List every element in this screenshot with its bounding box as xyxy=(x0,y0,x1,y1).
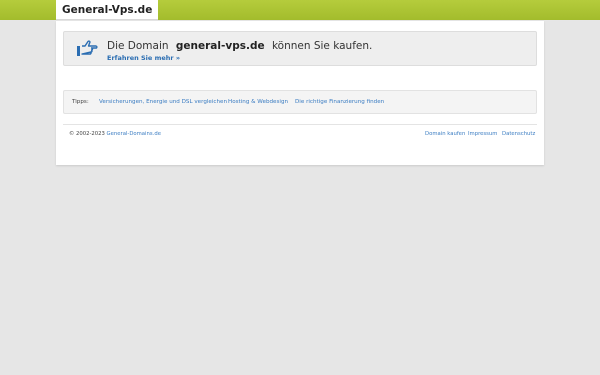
domain-offer-text: Die Domain general-vps.de können Sie kau… xyxy=(107,40,372,52)
tips-label: Tipps: xyxy=(72,99,89,105)
tip-link-hosting[interactable]: Hosting & Webdesign xyxy=(228,91,288,113)
footer-divider xyxy=(63,124,537,125)
tips-box: Tipps: Versicherungen, Energie und DSL v… xyxy=(63,90,537,114)
copyright: © 2002-2023 General-Domains.de xyxy=(69,131,161,137)
pointing-hand-icon xyxy=(77,40,98,56)
learn-more-link[interactable]: Erfahren Sie mehr » xyxy=(107,54,180,62)
offer-suffix: können Sie kaufen. xyxy=(271,40,373,52)
offer-domain-name: general-vps.de xyxy=(175,40,265,52)
domain-offer-box: Die Domain general-vps.de können Sie kau… xyxy=(63,31,537,66)
footer-link-imprint[interactable]: Impressum xyxy=(468,131,497,137)
footer-link-privacy[interactable]: Datenschutz xyxy=(502,131,535,137)
footer-link-buy-domain[interactable]: Domain kaufen xyxy=(425,131,465,137)
tip-link-insurance[interactable]: Versicherungen, Energie und DSL vergleic… xyxy=(99,91,227,113)
main-content-panel: Die Domain general-vps.de können Sie kau… xyxy=(56,21,544,165)
copyright-text: © 2002-2023 xyxy=(69,131,105,137)
top-bar: General-Vps.de xyxy=(0,0,600,20)
offer-prefix: Die Domain xyxy=(107,40,169,52)
site-logo[interactable]: General-Vps.de xyxy=(56,0,159,20)
general-domains-link[interactable]: General-Domains.de xyxy=(107,131,161,137)
tip-link-financing[interactable]: Die richtige Finanzierung finden xyxy=(295,91,384,113)
